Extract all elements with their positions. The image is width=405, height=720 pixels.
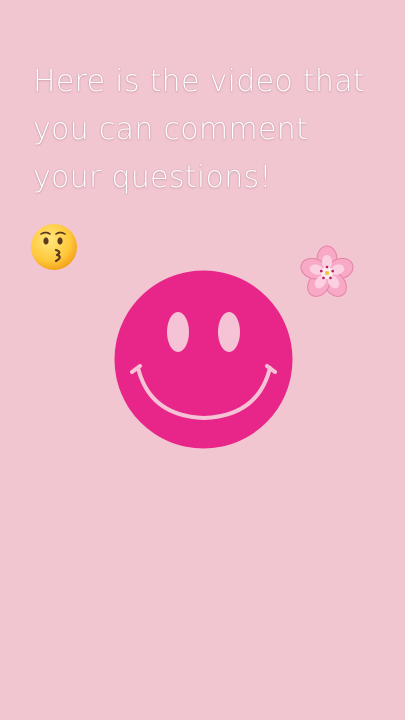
caption-text: Here is the video that you can comment y…: [33, 58, 405, 202]
cherry-blossom-icon: [296, 242, 358, 304]
smiley-left-eye: [167, 312, 189, 352]
smiley-right-eye: [218, 312, 240, 352]
caption-line-1: Here is the video that: [33, 64, 365, 99]
caption-line-2: you can comment: [33, 112, 309, 147]
smiley-face-icon: [112, 268, 295, 451]
caption-line-3: your questions!: [33, 160, 272, 195]
story-screen: { "caption": { "lines": [ "Here is the v…: [0, 0, 405, 720]
kissing-face-icon: [29, 222, 79, 272]
